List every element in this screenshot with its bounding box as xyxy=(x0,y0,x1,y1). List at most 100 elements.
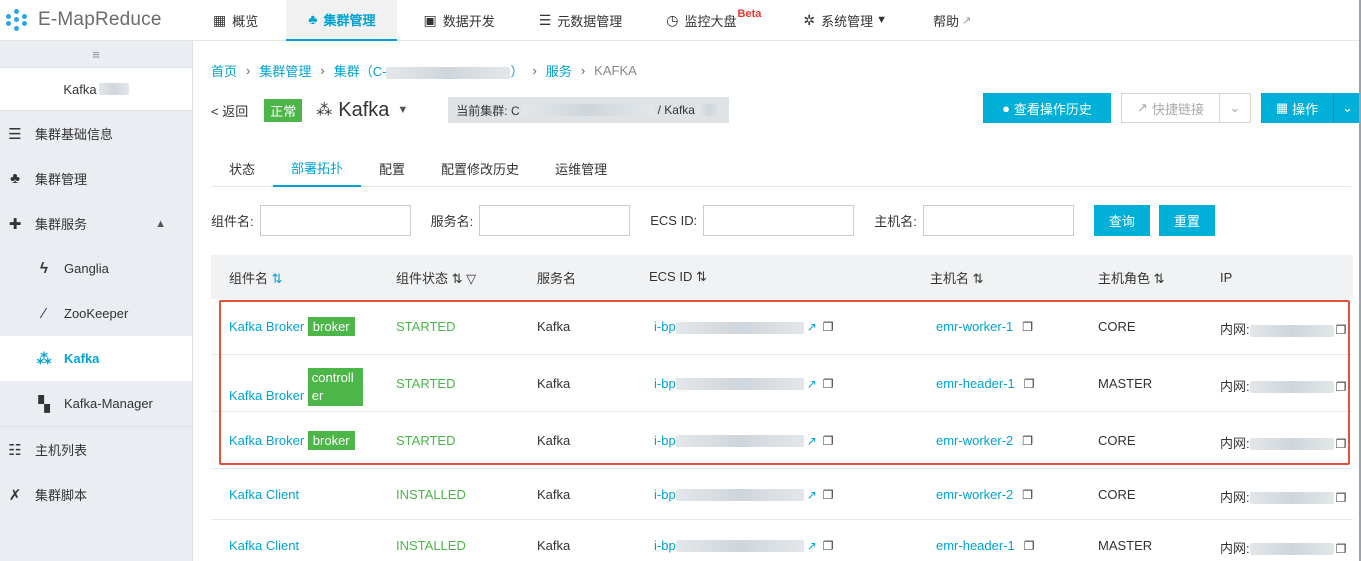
sidebar-item-cluster-scripts[interactable]: ✗ 集群脚本 xyxy=(0,472,192,517)
masked-text xyxy=(1249,543,1334,556)
column-header-ecs-id[interactable]: ECS ID ⇅ xyxy=(649,269,707,285)
sidebar-item-kafka-manager[interactable]: ▚ Kafka-Manager xyxy=(0,381,192,426)
sidebar-item-host-list[interactable]: ☷ 主机列表 xyxy=(0,427,192,472)
service-text: Kafka xyxy=(537,537,571,553)
sidebar-item-cluster-services[interactable]: ✚ 集群服务 ▲ xyxy=(0,201,192,246)
copy-icon[interactable]: ❐ xyxy=(1336,491,1347,505)
ecs-id-link[interactable]: i-bp xyxy=(654,538,804,553)
copy-icon[interactable]: ❐ xyxy=(823,377,834,391)
host-name-input[interactable] xyxy=(922,205,1074,236)
host-link[interactable]: emr-header-1 xyxy=(936,376,1015,391)
brand[interactable]: E-MapReduce xyxy=(0,0,193,41)
host-link[interactable]: emr-worker-1 xyxy=(936,319,1013,334)
copy-icon[interactable]: ❐ xyxy=(1022,488,1033,502)
nav-metadata-management[interactable]: ☰ 元数据管理 xyxy=(539,0,623,41)
column-header-host[interactable]: 主机名 ⇅ xyxy=(930,268,984,287)
copy-icon[interactable]: ❐ xyxy=(1336,323,1347,337)
ecs-id-cell: i-bp ↗ ❐ xyxy=(654,376,834,391)
host-link[interactable]: emr-worker-2 xyxy=(936,487,1013,502)
table-body: Kafka Broker broker STARTED Kafka i-bp ↗ ❐ emr… xyxy=(211,299,1353,561)
nav-system-management[interactable]: ✲ 系统管理 ▼ xyxy=(803,0,887,41)
host-link[interactable]: emr-header-1 xyxy=(936,538,1015,553)
external-link-icon[interactable]: ↗ xyxy=(807,434,817,448)
sidebar-item-zookeeper[interactable]: ⁄ ZooKeeper xyxy=(0,291,192,336)
ecs-id-link[interactable]: i-bp xyxy=(654,433,804,448)
component-link[interactable]: Kafka Client xyxy=(229,487,299,502)
tab-status[interactable]: 状态 xyxy=(211,149,273,187)
copy-icon[interactable]: ❐ xyxy=(823,488,834,502)
service-name-input[interactable] xyxy=(479,205,631,236)
copy-icon[interactable]: ❐ xyxy=(1024,539,1035,553)
service-text: Kafka xyxy=(537,375,571,391)
column-header-status[interactable]: 组件状态 ⇅ ▽ xyxy=(396,268,476,287)
host-name-label: 主机名: xyxy=(874,214,917,229)
sidebar-item-cluster-management[interactable]: ♣ 集群管理 xyxy=(0,156,192,201)
sidebar: ≡ Kafka ☰ 集群基础信息 ♣ 集群管理 ✚ 集群服务 ▲ ϟ Ganglia ⁄… xyxy=(0,41,193,561)
operations-dropdown-button[interactable]: ⌄ xyxy=(1333,93,1361,123)
external-link-icon[interactable]: ↗ xyxy=(807,539,817,553)
copy-icon[interactable]: ❐ xyxy=(1022,320,1033,334)
tab-configuration[interactable]: 配置 xyxy=(361,149,423,187)
view-history-button[interactable]: ● 查看操作历史 xyxy=(983,93,1111,123)
quick-link-dropdown-button[interactable]: ⌄ xyxy=(1219,93,1251,123)
copy-icon[interactable]: ❐ xyxy=(1336,437,1347,451)
column-header-role[interactable]: 主机角色 ⇅ xyxy=(1098,268,1165,287)
operations-button[interactable]: ▦ 操作 xyxy=(1261,93,1333,123)
sidebar-collapse-toggle[interactable]: ≡ xyxy=(0,41,192,67)
copy-icon[interactable]: ❐ xyxy=(823,539,834,553)
back-link[interactable]: < 返回 xyxy=(211,101,248,120)
external-link-icon[interactable]: ↗ xyxy=(807,377,817,391)
ip-cell: 内网: ❐ xyxy=(1220,489,1347,505)
copy-icon[interactable]: ❐ xyxy=(1336,542,1347,556)
chevron-down-icon: ⌄ xyxy=(1342,100,1353,115)
top-navbar: E-MapReduce ▦ 概览 ♣ 集群管理 ▣ 数据开发 ☰ 元数据管理 ◷ 监控大盘… xyxy=(0,0,1361,41)
tab-operations[interactable]: 运维管理 xyxy=(537,149,625,187)
component-name-input[interactable] xyxy=(259,205,411,236)
nav-cluster-management[interactable]: ♣ 集群管理 xyxy=(286,0,398,41)
role-text: MASTER xyxy=(1098,537,1153,553)
external-link-icon[interactable]: ↗ xyxy=(807,488,817,502)
copy-icon[interactable]: ❐ xyxy=(1336,380,1347,394)
component-link[interactable]: Kafka Broker xyxy=(229,433,304,448)
copy-icon[interactable]: ❐ xyxy=(823,320,834,334)
quick-link-button[interactable]: ↗ 快捷链接 xyxy=(1121,93,1219,123)
copy-icon[interactable]: ❐ xyxy=(1024,377,1035,391)
role-text: CORE xyxy=(1098,486,1136,502)
role-text: CORE xyxy=(1098,319,1136,334)
sort-icon: ⇅ xyxy=(271,270,283,286)
tab-config-history[interactable]: 配置修改历史 xyxy=(423,149,537,187)
nav-help[interactable]: 帮助 ↗ xyxy=(933,0,971,41)
component-name-label: 组件名: xyxy=(211,214,254,229)
host-link[interactable]: emr-worker-2 xyxy=(936,433,1013,448)
code-icon: ▣ xyxy=(423,11,437,28)
breadcrumb-cluster[interactable]: 集群（C-） xyxy=(334,61,524,80)
sidebar-item-kafka[interactable]: ⁂ Kafka xyxy=(0,336,192,381)
service-selector[interactable]: ⁂ Kafka ▼ xyxy=(316,99,408,122)
ecs-id-link[interactable]: i-bp xyxy=(654,376,804,391)
column-header-component[interactable]: 组件名 ⇅ xyxy=(229,268,283,287)
copy-icon[interactable]: ❐ xyxy=(1022,434,1033,448)
tab-deployment-topology[interactable]: 部署拓扑 xyxy=(273,149,362,187)
nav-overview[interactable]: ▦ 概览 xyxy=(213,0,258,41)
query-button[interactable]: 查询 xyxy=(1093,205,1150,236)
sidebar-item-ganglia[interactable]: ϟ Ganglia xyxy=(0,246,192,291)
reset-button[interactable]: 重置 xyxy=(1158,205,1215,236)
sidebar-item-cluster-info[interactable]: ☰ 集群基础信息 xyxy=(0,111,192,156)
server-icon: ☷ xyxy=(8,441,22,459)
copy-icon[interactable]: ❐ xyxy=(823,434,834,448)
nav-data-development[interactable]: ▣ 数据开发 xyxy=(423,0,494,41)
component-link[interactable]: Kafka Client xyxy=(229,538,299,553)
external-link-icon[interactable]: ↗ xyxy=(807,320,817,334)
ecs-id-link[interactable]: i-bp xyxy=(654,487,804,502)
component-link[interactable]: Kafka Broker xyxy=(229,388,304,403)
breadcrumb-home[interactable]: 首页 xyxy=(211,61,237,80)
breadcrumb-cluster-management[interactable]: 集群管理 xyxy=(259,61,311,80)
breadcrumb-services[interactable]: 服务 xyxy=(546,61,572,80)
status-text: INSTALLED xyxy=(396,486,466,502)
nav-monitor-dashboard[interactable]: ◷ 监控大盘 Beta xyxy=(666,0,761,41)
ecs-id-input[interactable] xyxy=(703,205,855,236)
component-link[interactable]: Kafka Broker xyxy=(229,319,304,334)
service-name-label: 服务名: xyxy=(430,214,474,229)
ecs-id-link[interactable]: i-bp xyxy=(654,319,804,334)
chevron-down-icon: ⌄ xyxy=(1229,100,1241,115)
